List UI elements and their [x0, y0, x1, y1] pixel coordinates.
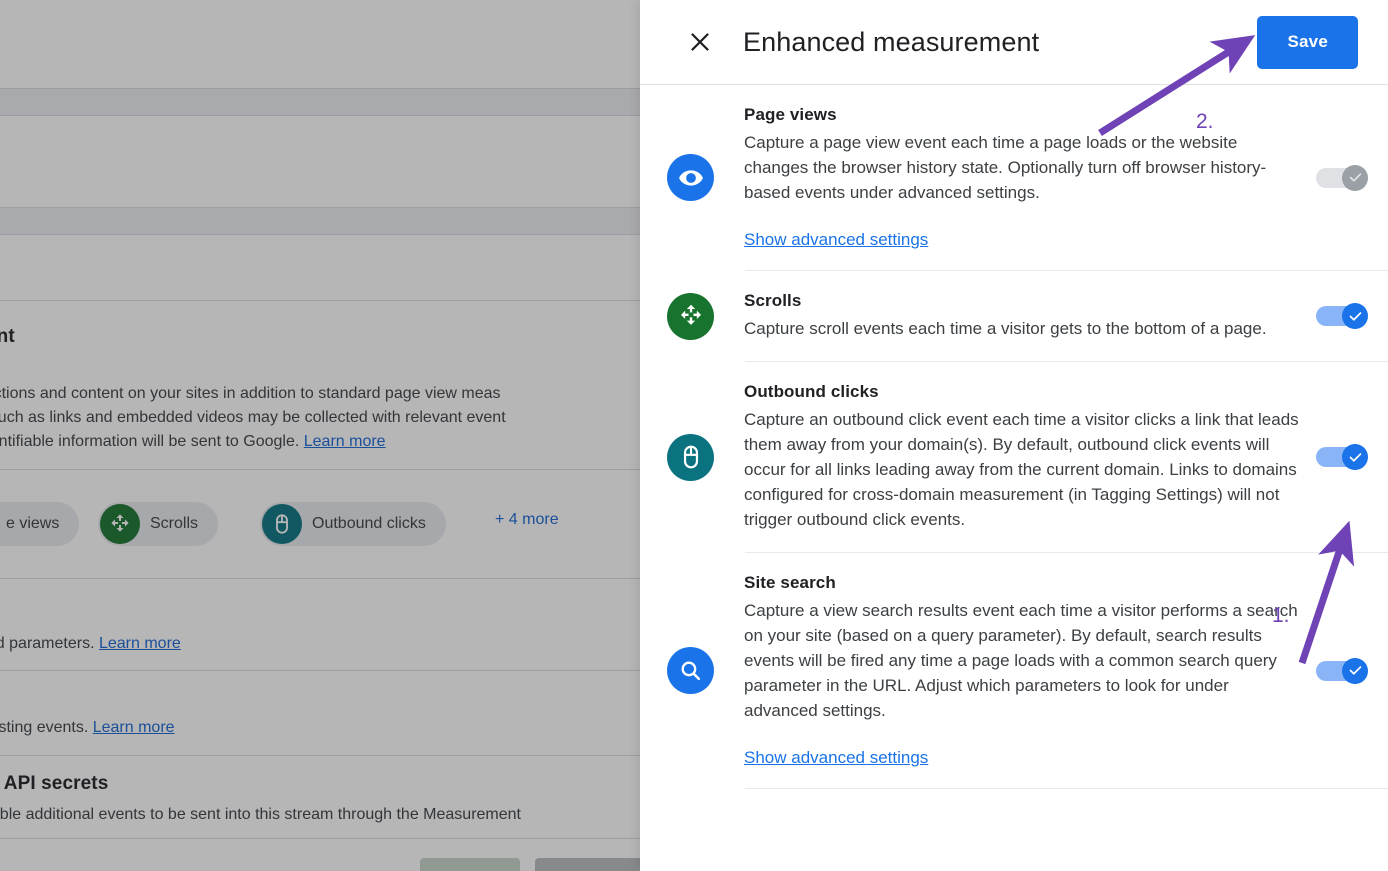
- divider: [0, 670, 645, 671]
- chip-label: e views: [6, 515, 60, 532]
- search-icon: [667, 647, 714, 694]
- background-band: [0, 208, 645, 234]
- background-page: ent teractions and content on your sites…: [0, 0, 645, 871]
- toggle-outbound-clicks[interactable]: [1316, 444, 1368, 470]
- chip-label: Scrolls: [150, 515, 199, 532]
- show-advanced-settings-link[interactable]: Show advanced settings: [744, 748, 928, 768]
- background-row-text: existing events. Learn more: [0, 715, 175, 741]
- background-band: [0, 89, 645, 115]
- show-advanced-settings-link[interactable]: Show advanced settings: [744, 230, 928, 250]
- toggle-container: [1302, 657, 1388, 684]
- background-api-heading: ol API secrets: [0, 773, 109, 794]
- setting-title: Page views: [744, 105, 837, 124]
- toggle-knob: [1342, 444, 1368, 470]
- scroll-move-icon: [100, 504, 140, 544]
- divider: [0, 300, 645, 301]
- toggle-container: [1302, 164, 1388, 191]
- setting-row-site-search: Site search Capture a view search result…: [640, 553, 1388, 788]
- background-chip-scrolls[interactable]: Scrolls: [98, 502, 219, 546]
- scroll-move-icon: [667, 292, 714, 340]
- save-button[interactable]: Save: [1257, 15, 1358, 69]
- background-section-heading: ent: [0, 326, 15, 347]
- divider: [0, 469, 645, 470]
- setting-title: Outbound clicks: [744, 382, 879, 401]
- background-paragraph-text: -identifiable information will be sent t…: [0, 433, 300, 450]
- toggle-page-views[interactable]: [1316, 164, 1368, 191]
- background-paragraph-line: teractions and content on your sites in …: [0, 385, 501, 402]
- toggle-knob: [1342, 303, 1368, 329]
- mouse-icon: [262, 504, 302, 544]
- chip-label: Outbound clicks: [312, 515, 426, 532]
- background-primary-button[interactable]: [420, 858, 520, 871]
- divider: [0, 115, 645, 116]
- setting-divider: [745, 788, 1388, 789]
- setting-row-scrolls: Scrolls Capture scroll events each time …: [640, 271, 1388, 361]
- learn-more-link[interactable]: Learn more: [304, 433, 386, 450]
- setting-text-block: Scrolls Capture scroll events each time …: [744, 271, 1302, 361]
- background-row-text: and parameters. Learn more: [0, 631, 181, 657]
- background-row-label: existing events.: [0, 719, 89, 736]
- setting-row-outbound-clicks: Outbound clicks Capture an outbound clic…: [640, 362, 1388, 552]
- toggle-site-search[interactable]: [1316, 657, 1368, 684]
- eye-icon: [667, 154, 714, 201]
- setting-title: Site search: [744, 573, 836, 592]
- background-chip-outbound-clicks[interactable]: Outbound clicks: [260, 502, 446, 546]
- panel-header: Enhanced measurement Save: [640, 0, 1388, 84]
- background-chip-page-views[interactable]: e views: [0, 502, 80, 546]
- setting-text-block: Site search Capture a view search result…: [744, 553, 1302, 788]
- setting-description: Capture a view search results event each…: [744, 601, 1298, 720]
- learn-more-link[interactable]: Learn more: [99, 635, 181, 652]
- learn-more-link[interactable]: Learn more: [93, 719, 175, 736]
- panel-body: Page views Capture a page view event eac…: [640, 85, 1388, 789]
- divider: [0, 578, 645, 579]
- enhanced-measurement-panel: Enhanced measurement Save Page views Cap…: [640, 0, 1388, 871]
- background-paragraph-line: nts such as links and embedded videos ma…: [0, 409, 506, 426]
- toggle-container: [1302, 303, 1388, 329]
- background-paragraph-line: -identifiable information will be sent t…: [0, 429, 386, 455]
- mouse-icon: [667, 433, 714, 481]
- annotation-label-1: 1.: [1272, 604, 1290, 627]
- setting-description: Capture an outbound click event each tim…: [744, 410, 1299, 529]
- setting-title: Scrolls: [744, 291, 802, 310]
- toggle-knob: [1342, 164, 1368, 191]
- setting-text-block: Outbound clicks Capture an outbound clic…: [744, 362, 1302, 552]
- divider: [0, 838, 645, 839]
- divider: [0, 234, 645, 235]
- setting-text-block: Page views Capture a page view event eac…: [744, 85, 1302, 270]
- setting-row-page-views: Page views Capture a page view event eac…: [640, 85, 1388, 270]
- page-title: Enhanced measurement: [743, 26, 1040, 57]
- more-chips-link[interactable]: + 4 more: [495, 511, 559, 529]
- annotation-label-2: 2.: [1196, 110, 1214, 133]
- close-icon[interactable]: [685, 27, 715, 57]
- setting-description: Capture scroll events each time a visito…: [744, 319, 1267, 338]
- toggle-container: [1302, 444, 1388, 470]
- screenshot-root: ent teractions and content on your sites…: [0, 0, 1388, 871]
- background-row-label: and parameters.: [0, 635, 95, 652]
- background-secondary-button[interactable]: [535, 858, 645, 871]
- toggle-scrolls[interactable]: [1316, 303, 1368, 329]
- setting-description: Capture a page view event each time a pa…: [744, 133, 1267, 202]
- toggle-knob: [1342, 657, 1368, 684]
- divider: [0, 755, 645, 756]
- background-api-description: nable additional events to be sent into …: [0, 806, 521, 823]
